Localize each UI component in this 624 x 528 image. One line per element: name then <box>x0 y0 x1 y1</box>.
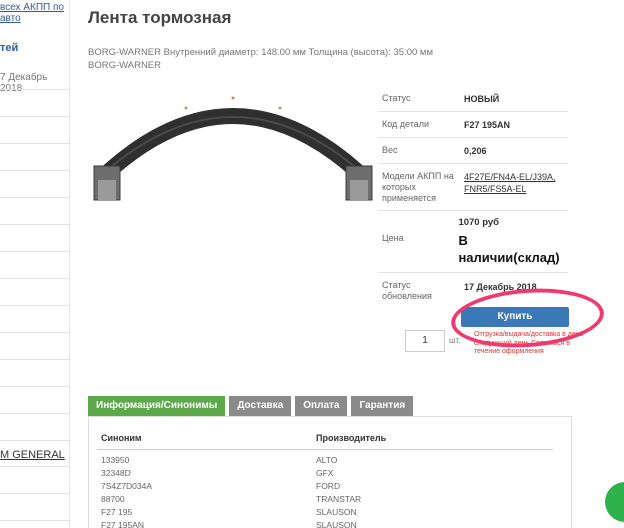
synonym-cell: 7S4Z7D034A <box>101 481 153 491</box>
synonym-cell: 32348D <box>101 468 131 478</box>
synonym-cell: 88700 <box>101 494 125 504</box>
spec-table: Статус НОВЫЙ Код детали F27 195AN Вес 0,… <box>378 86 568 308</box>
sidebar-divider <box>0 413 70 414</box>
tab-info-synonyms[interactable]: Информация/Синонимы <box>88 396 226 416</box>
column-header: Производитель <box>316 433 387 443</box>
spec-row-status: Статус НОВЫЙ <box>378 86 568 112</box>
price-value: 1070 руб <box>458 217 500 228</box>
table-row: 7S4Z7D034A FORD <box>97 480 553 493</box>
sidebar-divider <box>0 466 70 467</box>
sidebar-divider <box>0 278 70 279</box>
table-row: 88700 TRANSTAR <box>97 493 553 506</box>
models-link[interactable]: 4F27E/FN4A-EL/J39A, FNR5/FS5A-EL <box>460 164 568 210</box>
tab-payment[interactable]: Оплата <box>295 396 348 416</box>
table-row: F27 195AN SLAUSON <box>97 519 553 528</box>
sidebar-divider <box>0 386 70 387</box>
maker-cell: FORD <box>316 481 341 491</box>
column-header: Синоним <box>101 433 142 443</box>
tab-delivery[interactable]: Доставка <box>229 396 292 416</box>
spec-value: 0,206 <box>464 146 487 156</box>
sidebar-divider <box>0 305 70 306</box>
maker-cell: SLAUSON <box>316 507 357 517</box>
table-row: F27 195 SLAUSON <box>97 506 553 519</box>
table-row: 32348D GFX <box>97 467 553 480</box>
product-description: BORG-WARNER Внутренний диаметр: 148.00 м… <box>88 47 433 71</box>
sidebar-link-all-akpp[interactable]: всех АКПП по <box>0 2 64 13</box>
spec-row-weight: Вес 0,206 <box>378 138 568 164</box>
table-row: 133950 ALTO <box>97 454 553 467</box>
sidebar-divider <box>0 493 70 494</box>
sidebar-news-date: 7 Декабрь 2018 <box>0 72 48 94</box>
spec-row-price: Цена 1070 руб В наличии(склад) <box>378 211 568 273</box>
brake-band-image <box>93 96 373 201</box>
spec-row-models: Модели АКПП на которых применяется 4F27E… <box>378 164 568 211</box>
sidebar-link-auto[interactable]: авто <box>0 13 21 24</box>
product-image[interactable] <box>88 88 378 218</box>
tab-warranty[interactable]: Гарантия <box>351 396 414 416</box>
spec-row-code: Код детали F27 195AN <box>378 112 568 138</box>
chat-widget-icon[interactable] <box>605 482 624 522</box>
synonym-cell: F27 195 <box>101 507 133 517</box>
spec-label: Статус обновления <box>382 280 432 301</box>
quantity-unit: шт. <box>449 336 461 345</box>
spec-value: НОВЫЙ <box>464 94 500 104</box>
info-tabs: Информация/Синонимы Доставка Оплата Гара… <box>88 396 414 416</box>
sidebar-divider <box>0 332 70 333</box>
maker-cell: SLAUSON <box>316 520 357 528</box>
synonym-cell: 133950 <box>101 455 130 465</box>
sidebar-divider <box>0 520 70 521</box>
spec-label: Вес <box>382 145 398 155</box>
tab-panel: Синоним Производитель 133950 ALTO 32348D… <box>88 416 572 528</box>
spec-label: Код детали <box>382 119 430 129</box>
quantity-input[interactable]: 1 <box>405 330 445 352</box>
synonym-cell: F27 195AN <box>101 520 144 528</box>
spec-value: F27 195AN <box>464 120 511 130</box>
sidebar-divider <box>0 251 70 252</box>
spec-label: Статус <box>382 93 411 103</box>
spec-label: Модели АКПП на которых применяется <box>382 171 454 203</box>
sidebar-divider <box>0 116 70 117</box>
maker-cell: ALTO <box>316 455 338 465</box>
page-title: Лента тормозная <box>88 8 232 27</box>
spec-label: Цена <box>382 233 404 243</box>
stock-status: В наличии(склад) <box>458 233 560 265</box>
left-sidebar: всех АКПП по авто тей 7 Декабрь 2018 M G… <box>0 0 70 528</box>
sidebar-divider <box>0 440 70 441</box>
sidebar-divider <box>0 170 70 171</box>
maker-cell: TRANSTAR <box>316 494 362 504</box>
sidebar-divider <box>0 197 70 198</box>
price-block: 1070 руб В наличии(склад) <box>454 211 568 272</box>
sidebar-divider <box>0 224 70 225</box>
sidebar-news-title[interactable]: тей <box>0 42 18 54</box>
table-header: Синоним Производитель <box>97 425 553 450</box>
sidebar-divider <box>0 359 70 360</box>
synonyms-table: Синоним Производитель 133950 ALTO 32348D… <box>97 425 553 528</box>
maker-cell: GFX <box>316 468 334 478</box>
sidebar-divider <box>0 89 70 90</box>
sidebar-divider <box>0 143 70 144</box>
sidebar-brand-link[interactable]: M GENERAL <box>0 449 65 461</box>
